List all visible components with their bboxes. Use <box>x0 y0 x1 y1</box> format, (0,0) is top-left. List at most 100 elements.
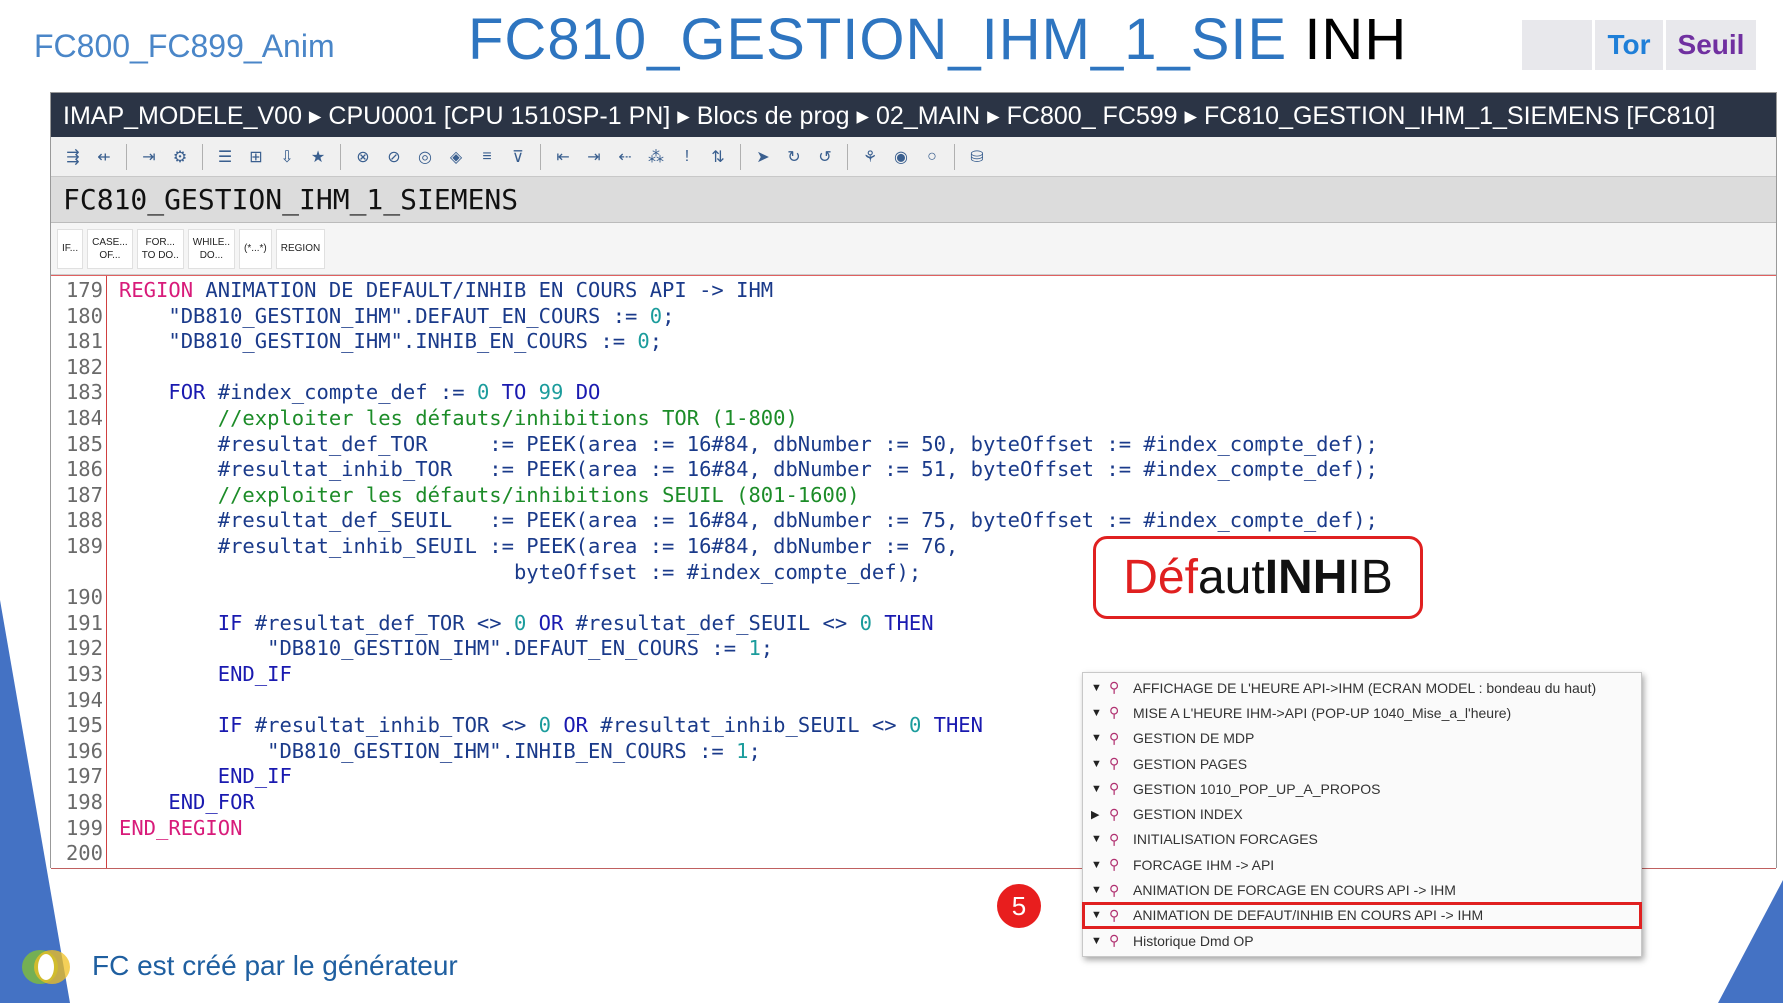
monitor-on-icon[interactable]: ◉ <box>887 144 915 170</box>
code-line[interactable]: 190 <box>51 585 103 611</box>
comment-icon[interactable]: ⁂ <box>642 144 670 170</box>
bookmark-icon[interactable]: ★ <box>304 144 332 170</box>
region-list-item[interactable]: ▼ ⚲ GESTION PAGES <box>1083 751 1641 776</box>
expand-right-icon[interactable]: ▶ <box>1091 808 1109 821</box>
indent-left-icon[interactable]: ⇤ <box>549 144 577 170</box>
jump-icon[interactable]: ⇥ <box>135 144 163 170</box>
monitor-icon[interactable]: ⚙ <box>166 144 194 170</box>
code-text[interactable]: #resultat_def_TOR := PEEK(area := 16#84,… <box>119 432 1378 458</box>
region-list-item[interactable]: ▼ ⚲ INITIALISATION FORCAGES <box>1083 827 1641 852</box>
expand-down-icon[interactable]: ▼ <box>1091 859 1109 871</box>
snippet-if[interactable]: IF... <box>57 228 84 269</box>
expand-down-icon[interactable]: ▼ <box>1091 732 1109 744</box>
code-line[interactable]: 179 REGION ANIMATION DE DEFAULT/INHIB EN … <box>51 278 773 304</box>
region-list-item[interactable]: ▼ ⚲ GESTION DE MDP <box>1083 726 1641 751</box>
code-line[interactable]: 184 //exploiter les défauts/inhibitions … <box>51 406 798 432</box>
region-list-item[interactable]: ▼ ⚲ ANIMATION DE FORCAGE EN COURS API -> I… <box>1083 877 1641 902</box>
region-icon: ⚲ <box>1109 856 1120 873</box>
code-text[interactable]: IF #resultat_def_TOR <> 0 OR #resultat_d… <box>119 611 934 637</box>
code-line[interactable]: 181 "DB810_GESTION_IHM".INHIB_EN_COURS :… <box>51 329 662 355</box>
code-text[interactable]: "DB810_GESTION_IHM".DEFAUT_EN_COURS := 0… <box>119 304 674 330</box>
code-text[interactable]: #resultat_inhib_TOR := PEEK(area := 16#8… <box>119 457 1378 483</box>
code-text[interactable]: "DB810_GESTION_IHM".INHIB_EN_COURS := 0; <box>119 329 662 355</box>
download-icon[interactable]: ⇩ <box>273 144 301 170</box>
code-line[interactable]: 191 IF #resultat_def_TOR <> 0 OR #result… <box>51 611 934 637</box>
undo-icon[interactable]: ↺ <box>811 144 839 170</box>
code-line[interactable]: 185 #resultat_def_TOR := PEEK(area := 16… <box>51 432 1378 458</box>
code-text[interactable]: END_REGION <box>119 816 242 842</box>
region-list-item[interactable]: ▼ ⚲ FORCAGE IHM -> API <box>1083 852 1641 877</box>
snippet-for[interactable]: FOR... TO DO.. <box>136 228 184 269</box>
refresh-icon[interactable]: ↻ <box>780 144 808 170</box>
code-line[interactable]: 186 #resultat_inhib_TOR := PEEK(area := … <box>51 457 1378 483</box>
code-line[interactable]: byteOffset := #index_compte_def); <box>51 560 921 586</box>
database-icon[interactable]: ⛁ <box>963 144 991 170</box>
code-text[interactable]: #resultat_inhib_SEUIL := PEEK(area := 16… <box>119 534 959 560</box>
watch-icon[interactable]: ◎ <box>411 144 439 170</box>
region-list-item[interactable]: ▼ ⚲ AFFICHAGE DE L'HEURE API->IHM (ECRAN M… <box>1083 675 1641 700</box>
code-text[interactable]: "DB810_GESTION_IHM".INHIB_EN_COURS := 1; <box>119 739 761 765</box>
code-line[interactable]: 182 <box>51 355 103 381</box>
code-line[interactable]: 194 <box>51 688 103 714</box>
code-line[interactable]: 200 <box>51 841 103 867</box>
snippet-while[interactable]: WHILE.. DO... <box>187 228 235 269</box>
code-text[interactable]: byteOffset := #index_compte_def); <box>119 560 921 586</box>
code-line[interactable]: 193 END_IF <box>51 662 292 688</box>
code-line[interactable]: 189 #resultat_inhib_SEUIL := PEEK(area :… <box>51 534 958 560</box>
code-line[interactable]: 198 END_FOR <box>51 790 255 816</box>
code-text[interactable]: END_FOR <box>119 790 254 816</box>
expand-down-icon[interactable]: ▼ <box>1091 783 1109 795</box>
code-line[interactable]: 195 IF #resultat_inhib_TOR <> 0 OR #resu… <box>51 713 983 739</box>
outdent-icon[interactable]: ⇠ <box>611 144 639 170</box>
expand-down-icon[interactable]: ▼ <box>1091 758 1109 770</box>
force-icon[interactable]: ◈ <box>442 144 470 170</box>
uncomment-icon[interactable]: ! <box>673 144 701 170</box>
code-text[interactable]: END_IF <box>119 662 292 688</box>
code-text[interactable]: IF #resultat_inhib_TOR <> 0 OR #resultat… <box>119 713 983 739</box>
code-text[interactable]: "DB810_GESTION_IHM".DEFAUT_EN_COURS := 1… <box>119 636 773 662</box>
region-list-item[interactable]: ▼ ⚲ GESTION 1010_POP_UP_A_PROPOS <box>1083 776 1641 801</box>
expand-down-icon[interactable]: ▼ <box>1091 707 1109 719</box>
code-text[interactable]: #resultat_def_SEUIL := PEEK(area := 16#8… <box>119 508 1378 534</box>
code-line[interactable]: 199 END_REGION <box>51 816 242 842</box>
code-line[interactable]: 183 FOR #index_compte_def := 0 TO 99 DO <box>51 380 600 406</box>
region-label: GESTION PAGES <box>1133 755 1248 772</box>
code-line[interactable]: 180 "DB810_GESTION_IHM".DEFAUT_EN_COURS … <box>51 304 674 330</box>
online-icon[interactable]: ⚘ <box>856 144 884 170</box>
expand-down-icon[interactable]: ▼ <box>1091 833 1109 845</box>
monitor-off-icon[interactable]: ○ <box>918 144 946 170</box>
insert-network-icon[interactable]: ⇶ <box>59 144 87 170</box>
sort-icon[interactable]: ⇅ <box>704 144 732 170</box>
list-icon[interactable]: ☰ <box>211 144 239 170</box>
expand-down-icon[interactable]: ▼ <box>1091 682 1109 694</box>
expand-down-icon[interactable]: ▼ <box>1091 884 1109 896</box>
region-list-item[interactable]: ▶ ⚲ GESTION INDEX <box>1083 801 1641 826</box>
breadcrumb[interactable]: IMAP_MODELE_V00 ▸ CPU0001 [CPU 1510SP-1 … <box>51 93 1776 137</box>
snippet-region[interactable]: REGION <box>275 228 326 269</box>
region-list-item[interactable]: ▼ ⚲ ANIMATION DE DEFAUT/INHIB EN COURS API… <box>1082 901 1642 929</box>
code-text[interactable]: //exploiter les défauts/inhibitions SEUI… <box>119 483 860 509</box>
code-line[interactable]: 197 END_IF <box>51 764 292 790</box>
region-list-item[interactable]: ▼ ⚲ Historique Dmd OP <box>1083 928 1641 953</box>
goto-icon[interactable]: ➤ <box>749 144 777 170</box>
expand-down-icon[interactable]: ▼ <box>1091 909 1109 921</box>
code-text[interactable]: REGION ANIMATION DE DEFAULT/INHIB EN COU… <box>119 278 773 304</box>
code-line[interactable]: 188 #resultat_def_SEUIL := PEEK(area := … <box>51 508 1378 534</box>
indent-right-icon[interactable]: ⇥ <box>580 144 608 170</box>
snippet-comment[interactable]: (*...*) <box>238 228 272 269</box>
code-line[interactable]: 187 //exploiter les défauts/inhibitions … <box>51 483 860 509</box>
breakpoint-remove-icon[interactable]: ⊘ <box>380 144 408 170</box>
compile-icon[interactable]: ⊞ <box>242 144 270 170</box>
filter-icon[interactable]: ⊽ <box>504 144 532 170</box>
code-line[interactable]: 192 "DB810_GESTION_IHM".DEFAUT_EN_COURS … <box>51 636 773 662</box>
region-list-item[interactable]: ▼ ⚲ MISE A L'HEURE IHM->API (POP-UP 1040_M… <box>1083 700 1641 725</box>
list-view-icon[interactable]: ≡ <box>473 144 501 170</box>
expand-down-icon[interactable]: ▼ <box>1091 935 1109 947</box>
code-text[interactable]: FOR #index_compte_def := 0 TO 99 DO <box>119 380 600 406</box>
code-text[interactable]: //exploiter les défauts/inhibitions TOR … <box>119 406 798 432</box>
delete-network-icon[interactable]: ⇷ <box>90 144 118 170</box>
snippet-case[interactable]: CASE... OF... <box>87 228 133 269</box>
code-text[interactable]: END_IF <box>119 764 292 790</box>
breakpoint-icon[interactable]: ⊗ <box>349 144 377 170</box>
code-line[interactable]: 196 "DB810_GESTION_IHM".INHIB_EN_COURS :… <box>51 739 761 765</box>
